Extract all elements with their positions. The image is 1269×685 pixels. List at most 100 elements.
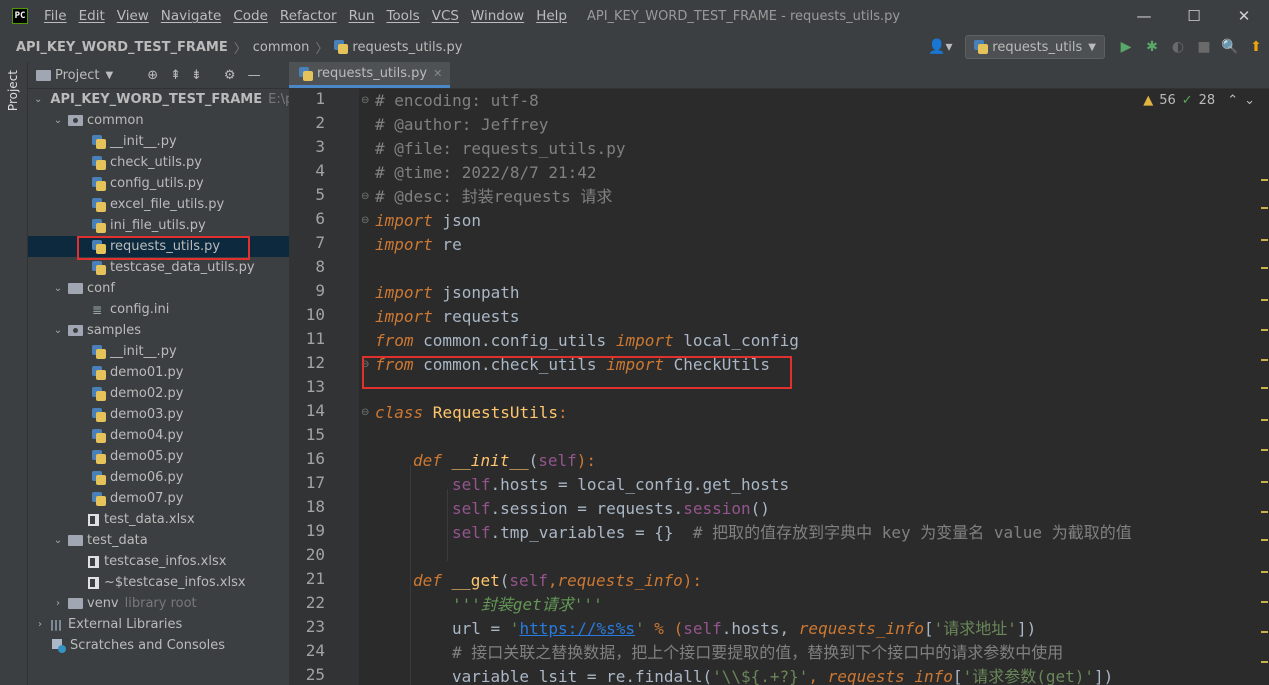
fold-marker-icon[interactable]: ⊖ xyxy=(361,191,369,202)
punctuation: ( xyxy=(499,571,510,590)
warning-marker[interactable] xyxy=(1261,511,1268,513)
settings-gear-icon[interactable]: ⚙ xyxy=(224,68,236,83)
code-area[interactable]: 1 2 3 4 5 6 7 8 9 10 11 12 13 14 15 16 1… xyxy=(289,89,1269,685)
maximize-button[interactable]: ☐ xyxy=(1169,0,1219,32)
tree-item-file[interactable]: __init__.py xyxy=(28,341,289,362)
tree-item-file[interactable]: demo02.py xyxy=(28,383,289,404)
python-file-icon xyxy=(92,218,106,233)
menu-navigate[interactable]: Navigate xyxy=(155,8,228,24)
warning-marker[interactable] xyxy=(1261,359,1268,361)
fold-marker-icon[interactable]: ⊖ xyxy=(361,95,369,106)
minimize-button[interactable]: — xyxy=(1119,0,1169,32)
menu-run[interactable]: Run xyxy=(343,8,381,24)
breadcrumb-folder[interactable]: common xyxy=(253,40,310,55)
tree-item-file[interactable]: test_data.xlsx xyxy=(28,509,289,530)
debug-icon[interactable]: ✱ xyxy=(1139,32,1165,62)
tree-item-file[interactable]: testcase_data_utils.py xyxy=(28,257,289,278)
tree-item-common[interactable]: ⌄ common xyxy=(28,110,289,131)
tree-item-external-libraries[interactable]: › ||| External Libraries xyxy=(28,614,289,635)
chevron-down-icon[interactable]: ⌄ xyxy=(1244,93,1255,108)
close-icon[interactable]: ✕ xyxy=(433,67,442,80)
window-title: API_KEY_WORD_TEST_FRAME - requests_utils… xyxy=(586,8,901,24)
tree-item-file[interactable]: demo04.py xyxy=(28,425,289,446)
update-icon[interactable]: ⬆ xyxy=(1243,32,1269,62)
warning-marker[interactable] xyxy=(1261,267,1268,269)
line-number: 25 xyxy=(305,665,325,684)
warning-marker[interactable] xyxy=(1261,239,1268,241)
user-icon[interactable]: 👤▾ xyxy=(923,32,957,62)
search-icon[interactable]: 🔍 xyxy=(1217,32,1243,62)
tree-item-file-selected[interactable]: requests_utils.py xyxy=(28,236,289,257)
breadcrumb-file[interactable]: requests_utils.py xyxy=(334,40,463,55)
menu-file[interactable]: File xyxy=(38,8,73,24)
project-view-select[interactable]: Project ▼ xyxy=(36,68,113,83)
warning-marker[interactable] xyxy=(1261,481,1268,483)
menu-tools[interactable]: Tools xyxy=(380,8,425,24)
tree-item-file[interactable]: __init__.py xyxy=(28,131,289,152)
tree-item-venv[interactable]: › venv library root xyxy=(28,593,289,614)
fold-marker-icon[interactable]: ⊖ xyxy=(361,215,369,226)
tree-item-file[interactable]: check_utils.py xyxy=(28,152,289,173)
menu-view[interactable]: View xyxy=(111,8,155,24)
tree-item-root[interactable]: ⌄ API_KEY_WORD_TEST_FRAME E:\p xyxy=(28,89,289,110)
code-text: url = xyxy=(452,619,510,638)
menu-refactor[interactable]: Refactor xyxy=(274,8,343,24)
stop-icon[interactable]: ■ xyxy=(1191,32,1217,62)
hide-icon[interactable]: — xyxy=(248,68,261,83)
warning-marker[interactable] xyxy=(1261,387,1268,389)
warning-marker[interactable] xyxy=(1261,661,1268,663)
tree-item-file[interactable]: demo05.py xyxy=(28,446,289,467)
run-icon[interactable]: ▶ xyxy=(1113,32,1139,62)
tree-item-file[interactable]: demo06.py xyxy=(28,467,289,488)
editor-tab[interactable]: requests_utils.py ✕ xyxy=(289,62,451,88)
warning-marker[interactable] xyxy=(1261,449,1268,451)
tree-item-conf[interactable]: ⌄ conf xyxy=(28,278,289,299)
menu-vcs[interactable]: VCS xyxy=(426,8,465,24)
tree-item-file[interactable]: demo03.py xyxy=(28,404,289,425)
tree-item-file[interactable]: excel_file_utils.py xyxy=(28,194,289,215)
breadcrumb-project[interactable]: API_KEY_WORD_TEST_FRAME xyxy=(16,40,228,55)
fold-marker-icon[interactable]: ⊖ xyxy=(361,359,369,370)
warning-marker[interactable] xyxy=(1261,179,1268,181)
warning-marker[interactable] xyxy=(1261,631,1268,633)
tree-item-scratches[interactable]: Scratches and Consoles xyxy=(28,635,289,656)
warning-marker[interactable] xyxy=(1261,601,1268,603)
collapse-all-icon[interactable]: ⇞ xyxy=(170,68,181,83)
tree-item-file[interactable]: config_utils.py xyxy=(28,173,289,194)
tree-label: config_utils.py xyxy=(110,176,204,191)
tree-item-file[interactable]: demo01.py xyxy=(28,362,289,383)
tree-item-file[interactable]: demo07.py xyxy=(28,488,289,509)
error-stripe[interactable] xyxy=(1261,119,1269,685)
expand-icon[interactable]: ⇟ xyxy=(191,68,202,83)
menu-edit[interactable]: Edit xyxy=(73,8,111,24)
tree-item-file[interactable]: ≣ config.ini xyxy=(28,299,289,320)
warning-marker[interactable] xyxy=(1261,329,1268,331)
menu-window[interactable]: Window xyxy=(465,8,530,24)
code-text: ]) xyxy=(1016,619,1037,638)
tree-item-file[interactable]: ~$testcase_infos.xlsx xyxy=(28,572,289,593)
navigation-bar: API_KEY_WORD_TEST_FRAME 〉 common 〉 reque… xyxy=(0,32,1269,63)
tree-item-file[interactable]: testcase_infos.xlsx xyxy=(28,551,289,572)
warning-marker[interactable] xyxy=(1261,571,1268,573)
menu-help[interactable]: Help xyxy=(530,8,573,24)
tree-item-samples[interactable]: ⌄ samples xyxy=(28,320,289,341)
close-button[interactable]: ✕ xyxy=(1219,0,1269,32)
inspection-widget[interactable]: ▲ 56 ✓ 28 ⌃ ⌄ xyxy=(1143,93,1255,108)
chevron-up-icon[interactable]: ⌃ xyxy=(1227,93,1238,108)
project-tool-window-tab[interactable]: Project xyxy=(6,70,20,111)
line-number: 9 xyxy=(315,281,325,300)
code-text: .hosts, xyxy=(721,619,799,638)
warning-marker[interactable] xyxy=(1261,207,1268,209)
warning-marker[interactable] xyxy=(1261,419,1268,421)
locate-icon[interactable]: ⊕ xyxy=(147,68,158,83)
menu-code[interactable]: Code xyxy=(227,8,274,24)
run-configuration-select[interactable]: requests_utils ▼ xyxy=(965,35,1105,59)
chevron-down-icon: ⌄ xyxy=(53,115,63,126)
warning-marker[interactable] xyxy=(1261,539,1268,541)
fold-marker-icon[interactable]: ⊖ xyxy=(361,407,369,418)
warning-marker[interactable] xyxy=(1261,299,1268,301)
tree-item-file[interactable]: ini_file_utils.py xyxy=(28,215,289,236)
coverage-icon[interactable]: ◐ xyxy=(1165,32,1191,62)
tree-item-test-data[interactable]: ⌄ test_data xyxy=(28,530,289,551)
url-link[interactable]: https://%s%s xyxy=(519,619,635,638)
